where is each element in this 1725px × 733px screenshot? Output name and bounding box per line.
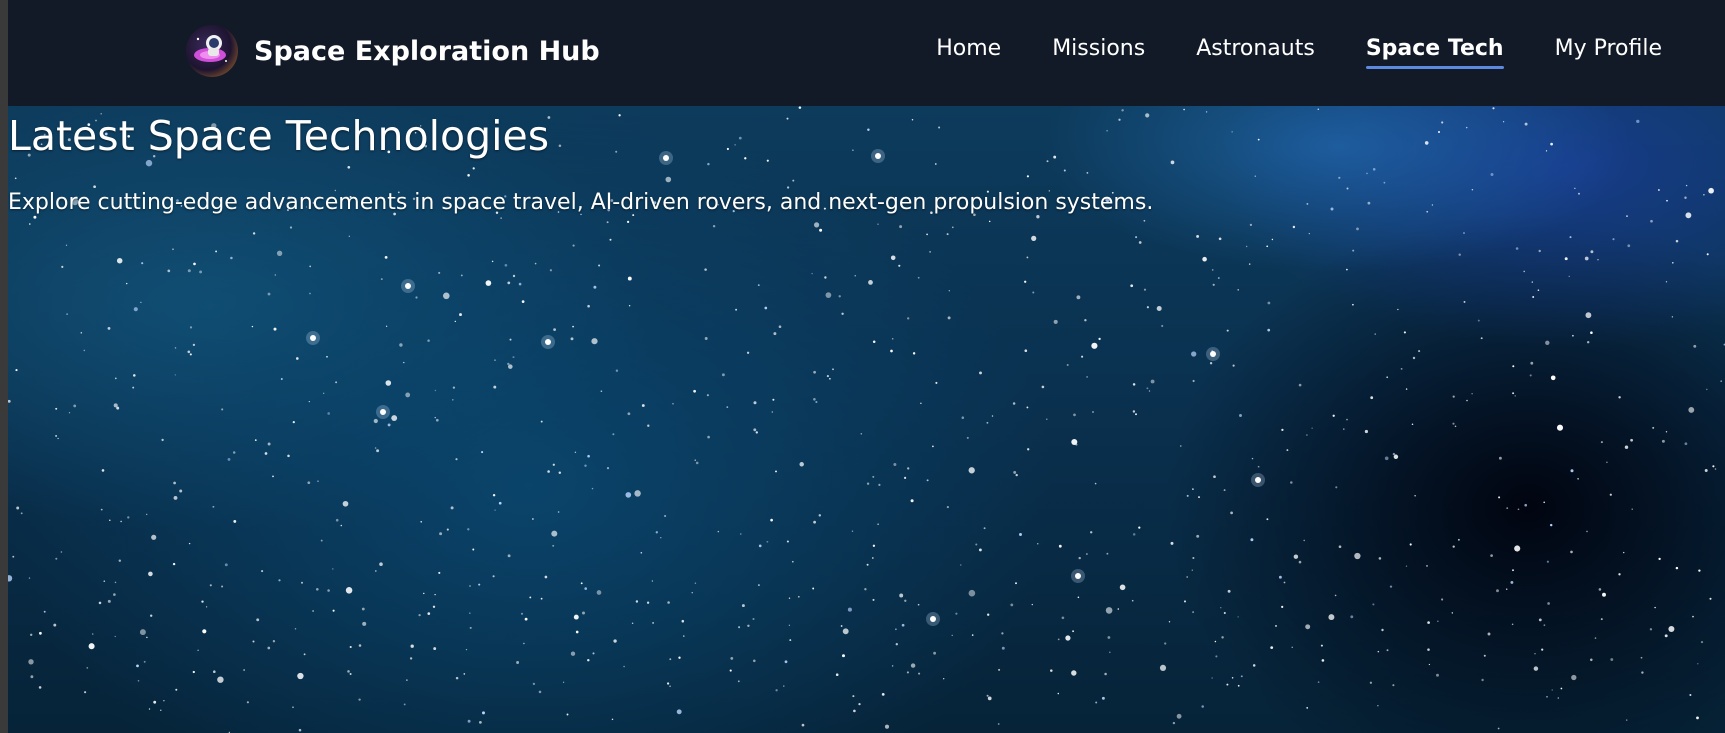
main-nav: Home Missions Astronauts Space Tech My P… <box>885 36 1662 69</box>
window-frame <box>0 0 8 733</box>
nav-astronauts[interactable]: Astronauts <box>1196 36 1315 65</box>
nav-my-profile[interactable]: My Profile <box>1555 36 1662 65</box>
hero-section: Latest Space Technologies Explore cuttin… <box>8 106 1725 733</box>
brand-title: Space Exploration Hub <box>254 35 600 67</box>
brand[interactable]: Space Exploration Hub <box>186 25 600 77</box>
navbar: Space Exploration Hub Home Missions Astr… <box>8 0 1725 106</box>
hero-subtitle: Explore cutting-edge advancements in spa… <box>8 190 1154 215</box>
nav-space-tech[interactable]: Space Tech <box>1365 36 1504 69</box>
hero-title: Latest Space Technologies <box>8 112 550 160</box>
astronaut-rocket-logo-icon <box>186 25 238 77</box>
nav-home[interactable]: Home <box>936 36 1001 65</box>
nav-missions[interactable]: Missions <box>1052 36 1145 65</box>
